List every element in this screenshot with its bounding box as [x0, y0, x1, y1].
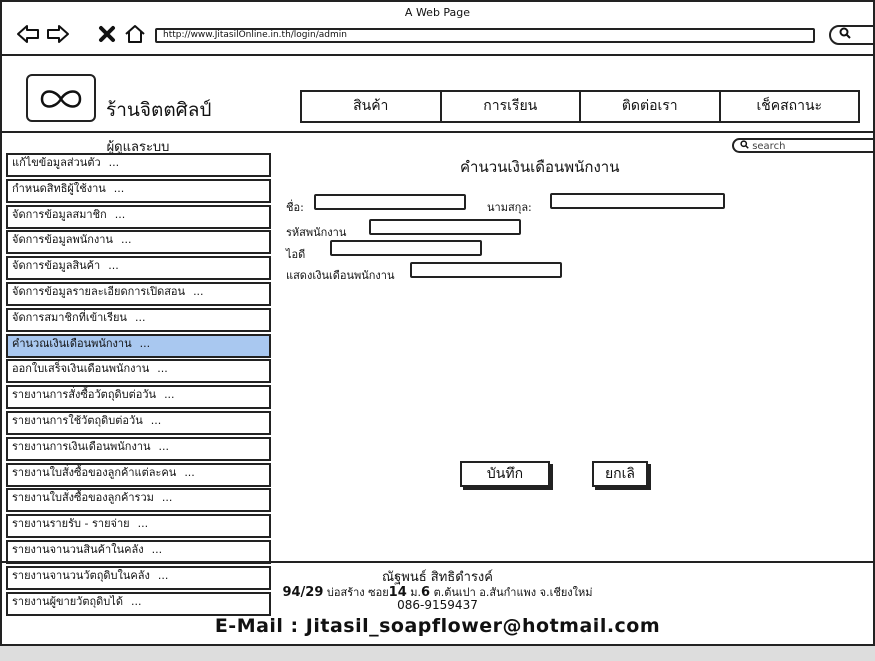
- forward-arrow-icon[interactable]: [46, 24, 70, 47]
- status-bar: [0, 646, 875, 661]
- header-divider: [0, 131, 875, 133]
- sidebar-item-label: รายงานการสั่งซื้อวัตถุดิบต่อวัน: [12, 388, 157, 402]
- sidebar-item-manage-members[interactable]: จัดการข้อมูลสมาชิก...: [6, 204, 271, 229]
- sidebar-item-dots: ...: [108, 259, 119, 273]
- address-bar[interactable]: http://www.JitasilOnline.in.th/login/adm…: [155, 28, 815, 43]
- sidebar-item-dots: ...: [158, 439, 170, 453]
- menu-item-courses[interactable]: การเรียน: [442, 92, 581, 121]
- footer-divider: [0, 561, 875, 563]
- sidebar-item-dots: ...: [134, 310, 146, 324]
- sidebar-item-edit-profile[interactable]: แก้ไขข้อมูลส่วนตัว...: [6, 153, 271, 177]
- salary-label: แสดงเงินเดือนพนักงาน: [286, 269, 395, 282]
- sidebar-item-label: รายงานรายรับ - รายจ่าย: [12, 517, 130, 531]
- home-icon[interactable]: [124, 24, 146, 47]
- close-icon[interactable]: [98, 24, 116, 47]
- sidebar-item-dots: ...: [114, 207, 126, 221]
- sidebar-item-label: แก้ไขข้อมูลส่วนตัว: [12, 156, 101, 169]
- search-icon: [740, 140, 749, 152]
- employee-id-label: รหัสพนักงาน: [286, 226, 347, 239]
- sidebar-item-calculate-salary[interactable]: คำนวณเงินเดือนพนักงาน...: [6, 333, 271, 358]
- sidebar-item-label: รายงานใบสั่งซื้อของลูกค้าแต่ละคน: [12, 465, 177, 479]
- menu-item-products[interactable]: สินค้า: [302, 92, 442, 121]
- sidebar-item-manage-enrolled-members[interactable]: จัดการสมาชิกที่เข้าเรียน...: [6, 307, 271, 332]
- sidebar-item-label: รายงานการเงินเดือนพนักงาน: [12, 439, 151, 453]
- sidebar-item-manage-products[interactable]: จัดการข้อมูลสินค้า...: [6, 256, 271, 281]
- sidebar-item-manage-course-details[interactable]: จัดการข้อมูลรายละเอียดการเปิดสอน...: [6, 281, 271, 306]
- sidebar-item-dots: ...: [137, 517, 149, 531]
- sidebar-item-report-material-usage[interactable]: รายงานการใช้วัตถุดิบต่อวัน...: [6, 410, 271, 435]
- last-name-field[interactable]: [550, 193, 725, 209]
- menu-item-contact[interactable]: ติดต่อเรา: [581, 92, 721, 121]
- sidebar-item-dots: ...: [157, 362, 168, 376]
- search-placeholder: search: [752, 141, 786, 152]
- national-id-field[interactable]: [330, 240, 482, 256]
- sidebar-item-dots: ...: [139, 336, 151, 350]
- sidebar-item-label: รายงานจานวนสินค้าในคลัง: [12, 542, 144, 556]
- sidebar-item-dots: ...: [193, 284, 204, 298]
- salary-field[interactable]: [410, 262, 562, 278]
- sidebar-item-dots: ...: [184, 465, 195, 479]
- menu-item-check-status[interactable]: เช็คสถานะ: [721, 92, 859, 121]
- sidebar-item-dots: ...: [120, 233, 132, 247]
- first-name-label: ชื่อ:: [286, 201, 304, 214]
- sidebar-item-label: จัดการข้อมูลสินค้า: [12, 259, 101, 273]
- sidebar-item-dots: ...: [151, 542, 163, 556]
- browser-search-button[interactable]: [829, 25, 875, 45]
- sidebar-item-dots: ...: [161, 491, 173, 505]
- sidebar-item-report-income-expense[interactable]: รายงานรายรับ - รายจ่าย...: [6, 514, 271, 539]
- sidebar-item-label: จัดการสมาชิกที่เข้าเรียน: [12, 310, 127, 324]
- toolbar-divider: [0, 54, 875, 56]
- last-name-label: นามสกุล:: [487, 201, 532, 214]
- sidebar-item-dots: ...: [113, 181, 125, 195]
- sidebar-item-report-salaries[interactable]: รายงานการเงินเดือนพนักงาน...: [6, 436, 271, 461]
- sidebar-item-report-customer-orders[interactable]: รายงานใบสั่งซื้อของลูกค้าแต่ละคน...: [6, 462, 271, 487]
- infinity-icon[interactable]: [26, 74, 96, 122]
- sidebar-item-salary-receipt[interactable]: ออกใบเสร็จเงินเดือนพนักงาน...: [6, 359, 271, 384]
- brand-name[interactable]: ร้านจิตตศิลป์: [106, 95, 211, 125]
- footer-email[interactable]: E-Mail : Jitasil_soapflower@hotmail.com: [0, 615, 875, 637]
- sidebar-item-label: จัดการข้อมูลรายละเอียดการเปิดสอน: [12, 284, 186, 298]
- back-arrow-icon[interactable]: [16, 24, 40, 47]
- search-input[interactable]: search: [732, 138, 875, 153]
- sidebar-item-dots: ...: [150, 413, 162, 427]
- sidebar-item-label: จัดการข้อมูลพนักงาน: [12, 233, 113, 247]
- sidebar-item-label: รายงานการใช้วัตถุดิบต่อวัน: [12, 413, 143, 427]
- window-title: A Web Page: [404, 6, 471, 19]
- save-button[interactable]: บันทึก: [460, 461, 550, 487]
- sidebar-item-label: รายงานใบสั่งซื้อของลูกค้ารวม: [12, 491, 154, 505]
- sidebar-item-label: จัดการข้อมูลสมาชิก: [12, 207, 107, 221]
- search-icon: [839, 27, 851, 42]
- first-name-field[interactable]: [314, 194, 466, 210]
- national-id-label: ไอดี: [286, 248, 306, 261]
- sidebar-item-dots: ...: [108, 156, 120, 169]
- sidebar-item-label: ออกใบเสร็จเงินเดือนพนักงาน: [12, 362, 150, 376]
- footer-phone: 086-9159437: [397, 598, 478, 612]
- sidebar-item-user-permissions[interactable]: กำหนดสิทธิผู้ใช้งาน...: [6, 178, 271, 203]
- employee-id-field[interactable]: [369, 219, 521, 235]
- sidebar-item-report-material-orders[interactable]: รายงานการสั่งซื้อวัตถุดิบต่อวัน...: [6, 385, 271, 410]
- sidebar-item-report-all-orders[interactable]: รายงานใบสั่งซื้อของลูกค้ารวม...: [6, 488, 271, 513]
- sidebar-item-dots: ...: [164, 388, 175, 402]
- sidebar: แก้ไขข้อมูลส่วนตัว... กำหนดสิทธิผู้ใช้งา…: [6, 153, 271, 617]
- main-menu: สินค้า การเรียน ติดต่อเรา เช็คสถานะ: [300, 90, 860, 123]
- sidebar-item-label: กำหนดสิทธิผู้ใช้งาน: [12, 181, 106, 195]
- sidebar-item-manage-employees[interactable]: จัดการข้อมูลพนักงาน...: [6, 230, 271, 255]
- sidebar-item-label: คำนวณเงินเดือนพนักงาน: [12, 336, 132, 350]
- page-title: คำนวนเงินเดือนพนักงาน: [460, 158, 620, 176]
- cancel-button[interactable]: ยกเลิ: [592, 461, 648, 487]
